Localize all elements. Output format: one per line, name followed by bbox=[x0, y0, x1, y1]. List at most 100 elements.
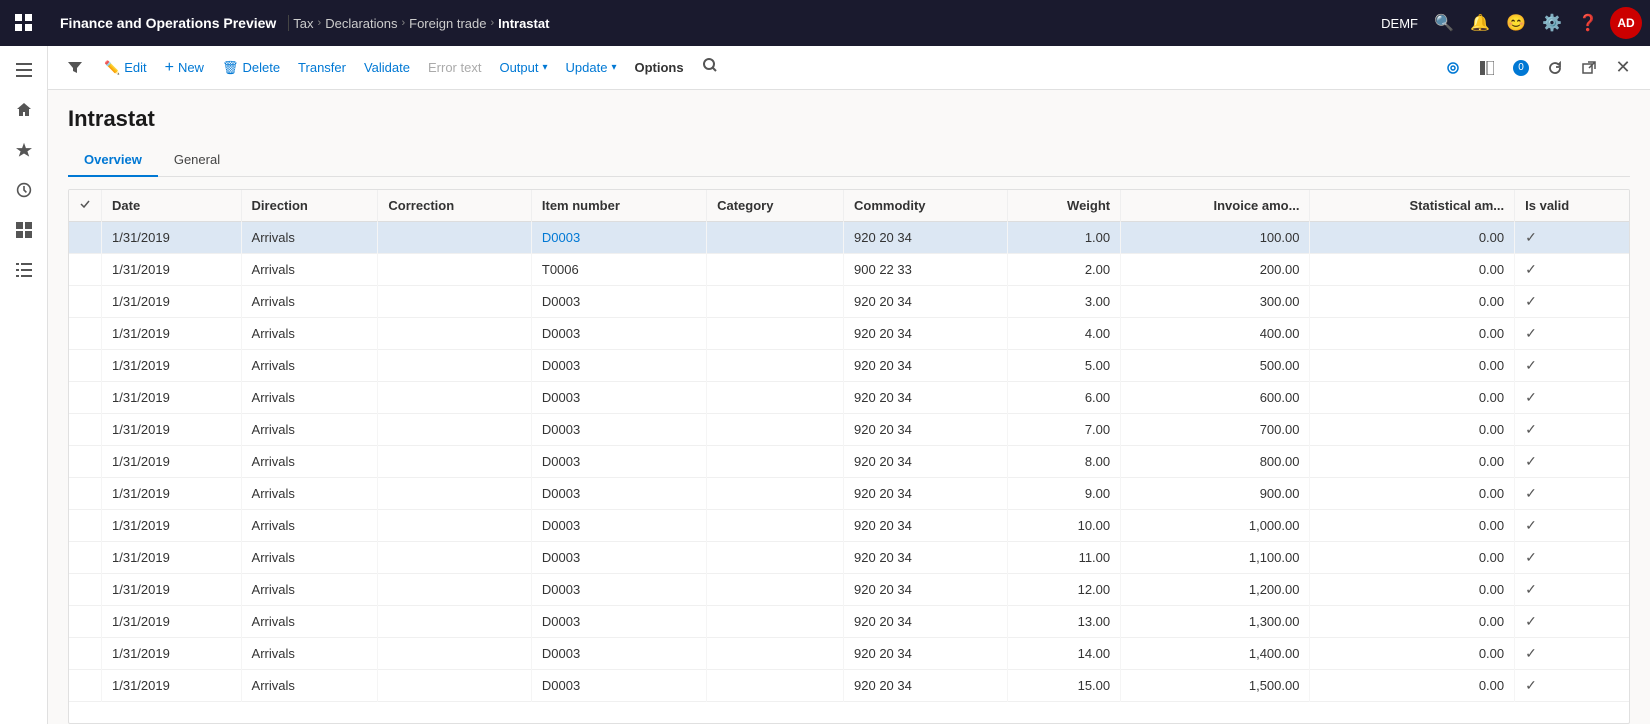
cell-invoice-amo: 900.00 bbox=[1121, 478, 1310, 510]
update-button[interactable]: Update ▾ bbox=[558, 55, 625, 80]
new-button[interactable]: + New bbox=[157, 54, 212, 82]
breadcrumb-intrastat[interactable]: Intrastat bbox=[498, 16, 549, 31]
cell-category bbox=[707, 350, 844, 382]
row-check[interactable] bbox=[69, 350, 102, 382]
col-commodity[interactable]: Commodity bbox=[844, 190, 1008, 222]
output-button[interactable]: Output ▾ bbox=[491, 55, 555, 80]
help-icon[interactable]: ❓ bbox=[1574, 9, 1602, 37]
search-nav-icon[interactable]: 🔍 bbox=[1430, 9, 1458, 37]
cell-commodity: 920 20 34 bbox=[844, 606, 1008, 638]
row-check[interactable] bbox=[69, 318, 102, 350]
personalize-icon[interactable] bbox=[1438, 53, 1468, 83]
cell-date: 1/31/2019 bbox=[102, 542, 242, 574]
refresh-icon[interactable] bbox=[1540, 53, 1570, 83]
error-text-button[interactable]: Error text bbox=[420, 55, 489, 80]
delete-label: Delete bbox=[242, 60, 280, 75]
cell-statistical-am: 0.00 bbox=[1310, 510, 1515, 542]
cell-direction: Arrivals bbox=[241, 446, 378, 478]
cell-direction: Arrivals bbox=[241, 254, 378, 286]
delete-button[interactable]: 🗑 Delete bbox=[214, 55, 288, 81]
cell-category bbox=[707, 510, 844, 542]
breadcrumb-tax[interactable]: Tax bbox=[293, 16, 313, 31]
row-check[interactable] bbox=[69, 382, 102, 414]
col-date[interactable]: Date bbox=[102, 190, 242, 222]
row-check[interactable] bbox=[69, 222, 102, 254]
notifications-icon[interactable]: 🔔 bbox=[1466, 9, 1494, 37]
filter-button[interactable] bbox=[60, 56, 90, 80]
cell-invoice-amo: 1,000.00 bbox=[1121, 510, 1310, 542]
cell-date: 1/31/2019 bbox=[102, 254, 242, 286]
row-check[interactable] bbox=[69, 606, 102, 638]
cell-direction: Arrivals bbox=[241, 318, 378, 350]
cell-date: 1/31/2019 bbox=[102, 574, 242, 606]
table-row[interactable]: 1/31/2019ArrivalsD0003920 20 345.00500.0… bbox=[69, 350, 1629, 382]
badge-icon: 0 bbox=[1506, 53, 1536, 83]
sidebar-recent-icon[interactable] bbox=[6, 172, 42, 208]
row-check[interactable] bbox=[69, 414, 102, 446]
table-row[interactable]: 1/31/2019ArrivalsT0006900 22 332.00200.0… bbox=[69, 254, 1629, 286]
sidebar-favorites-icon[interactable] bbox=[6, 132, 42, 168]
table-row[interactable]: 1/31/2019ArrivalsD0003920 20 3410.001,00… bbox=[69, 510, 1629, 542]
sidebar-workspaces-icon[interactable] bbox=[6, 212, 42, 248]
tab-general[interactable]: General bbox=[158, 144, 236, 177]
row-check[interactable] bbox=[69, 446, 102, 478]
app-grid-icon[interactable] bbox=[8, 7, 40, 39]
row-check[interactable] bbox=[69, 286, 102, 318]
row-check[interactable] bbox=[69, 670, 102, 702]
cell-category bbox=[707, 574, 844, 606]
open-new-window-icon[interactable] bbox=[1574, 53, 1604, 83]
cell-category bbox=[707, 478, 844, 510]
table-row[interactable]: 1/31/2019ArrivalsD0003920 20 349.00900.0… bbox=[69, 478, 1629, 510]
col-weight[interactable]: Weight bbox=[1007, 190, 1120, 222]
split-view-icon[interactable] bbox=[1472, 53, 1502, 83]
close-icon[interactable]: ✕ bbox=[1608, 53, 1638, 83]
table-row[interactable]: 1/31/2019ArrivalsD0003920 20 3412.001,20… bbox=[69, 574, 1629, 606]
sidebar-home-icon[interactable] bbox=[6, 92, 42, 128]
breadcrumb-declarations[interactable]: Declarations bbox=[325, 16, 397, 31]
validate-button[interactable]: Validate bbox=[356, 55, 418, 80]
row-check[interactable] bbox=[69, 478, 102, 510]
table-row[interactable]: 1/31/2019ArrivalsD0003920 20 347.00700.0… bbox=[69, 414, 1629, 446]
table-row[interactable]: 1/31/2019ArrivalsD0003920 20 343.00300.0… bbox=[69, 286, 1629, 318]
search-action-icon[interactable] bbox=[702, 57, 718, 73]
sidebar-list-icon[interactable] bbox=[6, 252, 42, 288]
col-category[interactable]: Category bbox=[707, 190, 844, 222]
table-row[interactable]: 1/31/2019ArrivalsD0003920 20 344.00400.0… bbox=[69, 318, 1629, 350]
env-label: DEMF bbox=[1381, 16, 1418, 31]
cell-category bbox=[707, 446, 844, 478]
table-row[interactable]: 1/31/2019ArrivalsD0003920 20 348.00800.0… bbox=[69, 446, 1629, 478]
row-check[interactable] bbox=[69, 254, 102, 286]
col-invoice-amo[interactable]: Invoice amo... bbox=[1121, 190, 1310, 222]
table-row[interactable]: 1/31/2019ArrivalsD0003920 20 341.00100.0… bbox=[69, 222, 1629, 254]
user-avatar[interactable]: AD bbox=[1610, 7, 1642, 39]
breadcrumb-foreign-trade[interactable]: Foreign trade bbox=[409, 16, 486, 31]
options-button[interactable]: Options bbox=[626, 55, 691, 80]
settings-icon[interactable]: ⚙️ bbox=[1538, 9, 1566, 37]
new-label: New bbox=[178, 60, 204, 75]
table-row[interactable]: 1/31/2019ArrivalsD0003920 20 346.00600.0… bbox=[69, 382, 1629, 414]
row-check[interactable] bbox=[69, 574, 102, 606]
transfer-button[interactable]: Transfer bbox=[290, 55, 354, 80]
cell-is-valid: ✓ bbox=[1515, 478, 1629, 510]
col-item-number[interactable]: Item number bbox=[531, 190, 706, 222]
col-statistical-am[interactable]: Statistical am... bbox=[1310, 190, 1515, 222]
col-direction[interactable]: Direction bbox=[241, 190, 378, 222]
cell-date: 1/31/2019 bbox=[102, 382, 242, 414]
sidebar-menu-icon[interactable] bbox=[6, 52, 42, 88]
cell-commodity: 920 20 34 bbox=[844, 670, 1008, 702]
col-correction[interactable]: Correction bbox=[378, 190, 531, 222]
row-check[interactable] bbox=[69, 510, 102, 542]
tab-overview[interactable]: Overview bbox=[68, 144, 158, 177]
table-row[interactable]: 1/31/2019ArrivalsD0003920 20 3411.001,10… bbox=[69, 542, 1629, 574]
row-check[interactable] bbox=[69, 542, 102, 574]
col-is-valid[interactable]: Is valid bbox=[1515, 190, 1629, 222]
table-row[interactable]: 1/31/2019ArrivalsD0003920 20 3413.001,30… bbox=[69, 606, 1629, 638]
edit-button[interactable]: ✏️ Edit bbox=[96, 55, 155, 81]
output-chevron-icon: ▾ bbox=[542, 62, 547, 73]
cell-weight: 13.00 bbox=[1007, 606, 1120, 638]
cell-is-valid: ✓ bbox=[1515, 222, 1629, 254]
row-check[interactable] bbox=[69, 638, 102, 670]
chat-icon[interactable]: 😊 bbox=[1502, 9, 1530, 37]
table-row[interactable]: 1/31/2019ArrivalsD0003920 20 3414.001,40… bbox=[69, 638, 1629, 670]
table-row[interactable]: 1/31/2019ArrivalsD0003920 20 3415.001,50… bbox=[69, 670, 1629, 702]
